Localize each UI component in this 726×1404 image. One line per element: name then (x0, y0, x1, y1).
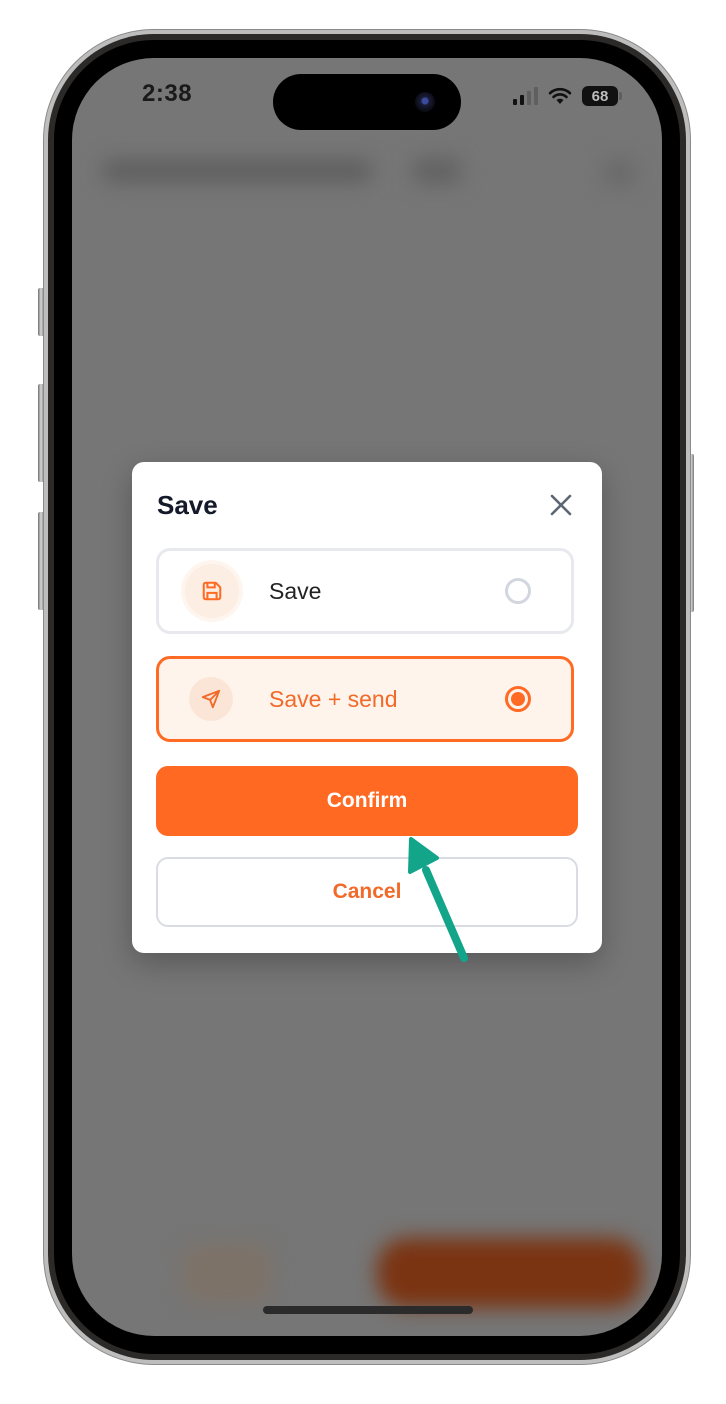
battery-level: 68 (582, 86, 618, 106)
blurred-header-title (102, 160, 372, 182)
cellular-signal-icon (513, 87, 538, 105)
blurred-primary-button (377, 1238, 642, 1308)
option-save-send[interactable]: Save + send (156, 656, 574, 742)
floppy-disk-icon (202, 581, 222, 601)
paper-plane-icon (201, 689, 221, 709)
radio-save[interactable] (505, 578, 531, 604)
option-save-label: Save (269, 577, 322, 604)
option-save-send-label: Save + send (269, 685, 398, 712)
battery-indicator: 68 (582, 86, 622, 106)
save-option-icon-wrap (185, 564, 239, 618)
battery-nub (619, 92, 622, 100)
camera-icon (415, 92, 435, 112)
option-save[interactable]: Save (156, 548, 574, 634)
status-icons: 68 (513, 86, 622, 106)
dynamic-island (273, 74, 461, 130)
blurred-header-chip (412, 158, 462, 184)
cancel-button[interactable]: Cancel (156, 857, 578, 927)
wifi-icon (548, 87, 572, 104)
close-icon (550, 494, 572, 516)
send-option-icon-wrap (189, 677, 233, 721)
dialog-title: Save (157, 490, 218, 520)
blurred-header-icon (602, 158, 636, 188)
status-time: 2:38 (142, 80, 193, 107)
close-button[interactable] (544, 488, 578, 522)
save-dialog: Save Save Save + send Confirm Cancel (132, 462, 602, 953)
confirm-button[interactable]: Confirm (156, 766, 578, 836)
blurred-secondary-button (182, 1243, 272, 1303)
home-indicator[interactable] (263, 1306, 473, 1314)
radio-save-send[interactable] (505, 686, 531, 712)
